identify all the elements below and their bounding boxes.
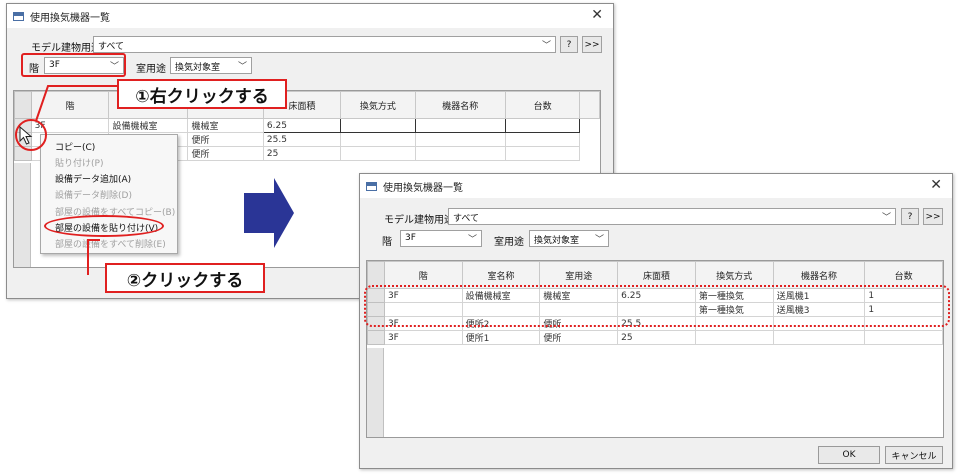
room-use-select[interactable]: 換気対象室 ﹀ [529, 230, 609, 247]
table-row[interactable]: 3F 便所1 便所 25 [367, 330, 943, 345]
close-icon[interactable]: ✕ [930, 177, 942, 193]
model-building-use-select[interactable]: すべて ﹀ [448, 208, 896, 225]
model-building-use-value: すべて [453, 214, 480, 224]
floor-select[interactable]: 3F ﹀ [400, 230, 482, 247]
chevron-down-icon: ﹀ [881, 213, 891, 223]
cancel-button[interactable]: キャンセル [885, 446, 943, 464]
floor-value: 3F [405, 233, 416, 243]
right-window-title: 使用換気機器一覧 [383, 182, 463, 194]
ok-button[interactable]: OK [818, 446, 880, 464]
room-use-value: 換気対象室 [534, 236, 580, 246]
grid-cell[interactable]: 便所 [539, 330, 619, 345]
expand-button[interactable]: >> [923, 208, 943, 225]
callout-step-2: ②クリックする [105, 263, 265, 293]
row-header-strip [367, 348, 384, 437]
help-button[interactable]: ? [901, 208, 919, 225]
grid-cell[interactable]: 便所1 [461, 330, 541, 345]
app-window-icon [366, 181, 377, 191]
model-building-use-label: モデル建物用途 [384, 215, 454, 226]
room-use-label: 室用途 [494, 237, 524, 248]
chevron-down-icon: ﹀ [594, 235, 604, 245]
right-arrow-icon [244, 178, 294, 248]
callout-step-1: ①右クリックする [117, 79, 287, 109]
grid-cell[interactable] [772, 330, 866, 345]
chevron-down-icon: ﹀ [467, 235, 477, 245]
grid-cell[interactable]: 25 [617, 330, 696, 345]
right-title-bar: 使用換気機器一覧 ✕ [360, 174, 952, 198]
grid-cell[interactable]: 3F [383, 330, 463, 345]
grid-cell[interactable] [694, 330, 774, 345]
floor-label: 階 [382, 237, 392, 248]
pasted-rows-highlight [364, 285, 950, 327]
grid-cell[interactable] [864, 330, 943, 345]
row-header[interactable] [367, 330, 385, 345]
